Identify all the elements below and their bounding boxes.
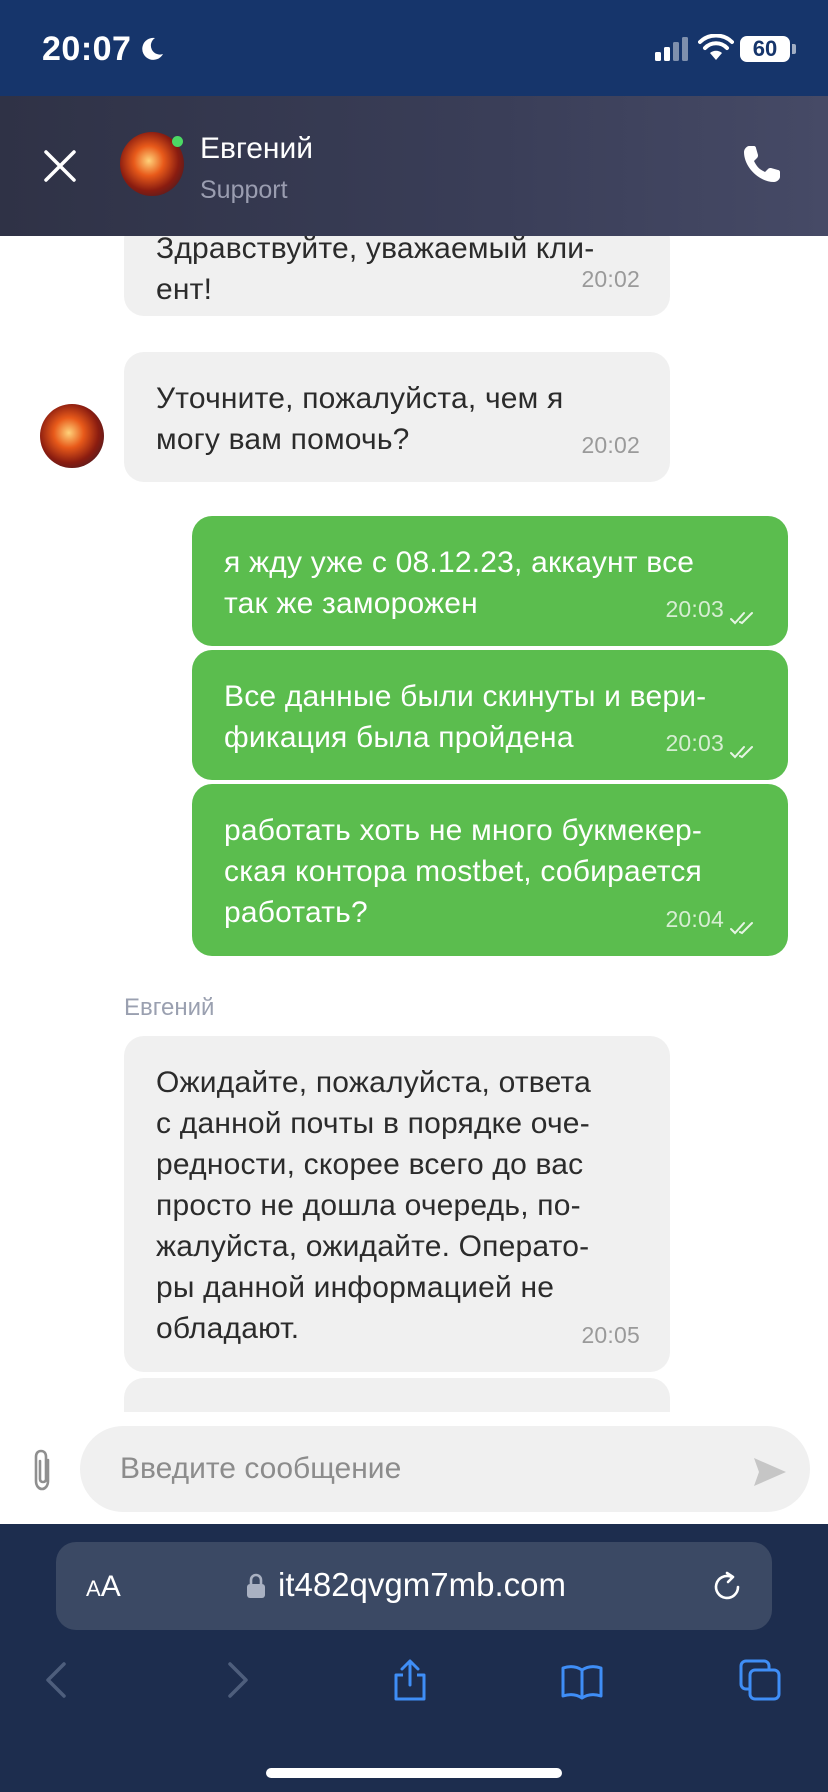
message-time: 20:02 xyxy=(581,266,640,292)
message-time: 20:03 xyxy=(665,730,724,756)
message-time: 20:03 xyxy=(665,596,724,622)
message-text: Уточните, пожалуйста, чем я могу вам пом… xyxy=(156,382,564,456)
moon-icon xyxy=(142,37,163,60)
agent-avatar xyxy=(40,404,104,468)
send-icon[interactable] xyxy=(752,1456,788,1488)
reload-icon[interactable] xyxy=(710,1570,744,1604)
aa-small: A xyxy=(86,1576,101,1601)
message-text: Ожидайте, пожалуйста, ответа с данной по… xyxy=(156,1066,591,1345)
signal-icon xyxy=(655,37,688,61)
battery-tip xyxy=(792,44,796,54)
double-check-icon xyxy=(730,922,753,935)
message-text: Здравствуйте, уважаемый кли- ент! xyxy=(156,236,595,306)
message-list[interactable]: Здравствуйте, уважаемый кли- ент! 20:02 … xyxy=(0,236,828,1412)
message-time: 20:02 xyxy=(581,432,640,458)
message-composer xyxy=(0,1412,828,1524)
message-time: 20:04 xyxy=(665,906,724,932)
lock-icon xyxy=(247,1573,265,1598)
wifi-icon xyxy=(698,34,734,60)
message-bubble-outgoing: Все данные были скинуты и вери- фикация … xyxy=(192,650,788,780)
contact-role: Support xyxy=(200,176,288,204)
status-bar: 20:07 60 xyxy=(0,0,828,96)
phone-icon[interactable] xyxy=(740,142,784,186)
browser-toolbar: AA it482qvgm7mb.com xyxy=(0,1524,828,1792)
double-check-icon xyxy=(730,612,753,625)
sender-name: Евгений xyxy=(124,994,215,1021)
forward-icon[interactable] xyxy=(214,1658,258,1702)
message-bubble-outgoing: работать хоть не много букмекер- ская ко… xyxy=(192,784,788,956)
reader-aa-button[interactable]: AA xyxy=(86,1570,121,1604)
message-bubble-incoming-partial xyxy=(124,1378,670,1412)
battery-indicator: 60 xyxy=(740,36,790,62)
home-indicator xyxy=(266,1768,562,1778)
tabs-icon[interactable] xyxy=(738,1658,782,1702)
url-text[interactable]: it482qvgm7mb.com xyxy=(278,1566,566,1604)
message-time: 20:05 xyxy=(581,1322,640,1348)
message-bubble-outgoing: я жду уже с 08.12.23, аккаунт все так же… xyxy=(192,516,788,646)
message-bubble-incoming: Здравствуйте, уважаемый кли- ент! 20:02 xyxy=(124,236,670,316)
chat-header: Евгений Support xyxy=(0,96,828,236)
status-time: 20:07 xyxy=(42,30,132,68)
message-input[interactable] xyxy=(80,1426,810,1512)
contact-name: Евгений xyxy=(200,132,313,165)
paperclip-icon[interactable] xyxy=(26,1448,60,1492)
aa-large: A xyxy=(100,1570,121,1603)
message-bubble-incoming: Уточните, пожалуйста, чем я могу вам пом… xyxy=(124,352,670,482)
close-icon[interactable] xyxy=(40,146,80,186)
bookmarks-icon[interactable] xyxy=(560,1658,604,1702)
back-icon[interactable] xyxy=(36,1658,80,1702)
share-icon[interactable] xyxy=(388,1658,432,1702)
double-check-icon xyxy=(730,746,753,759)
message-bubble-incoming: Ожидайте, пожалуйста, ответа с данной по… xyxy=(124,1036,670,1372)
online-status-dot xyxy=(172,136,183,147)
